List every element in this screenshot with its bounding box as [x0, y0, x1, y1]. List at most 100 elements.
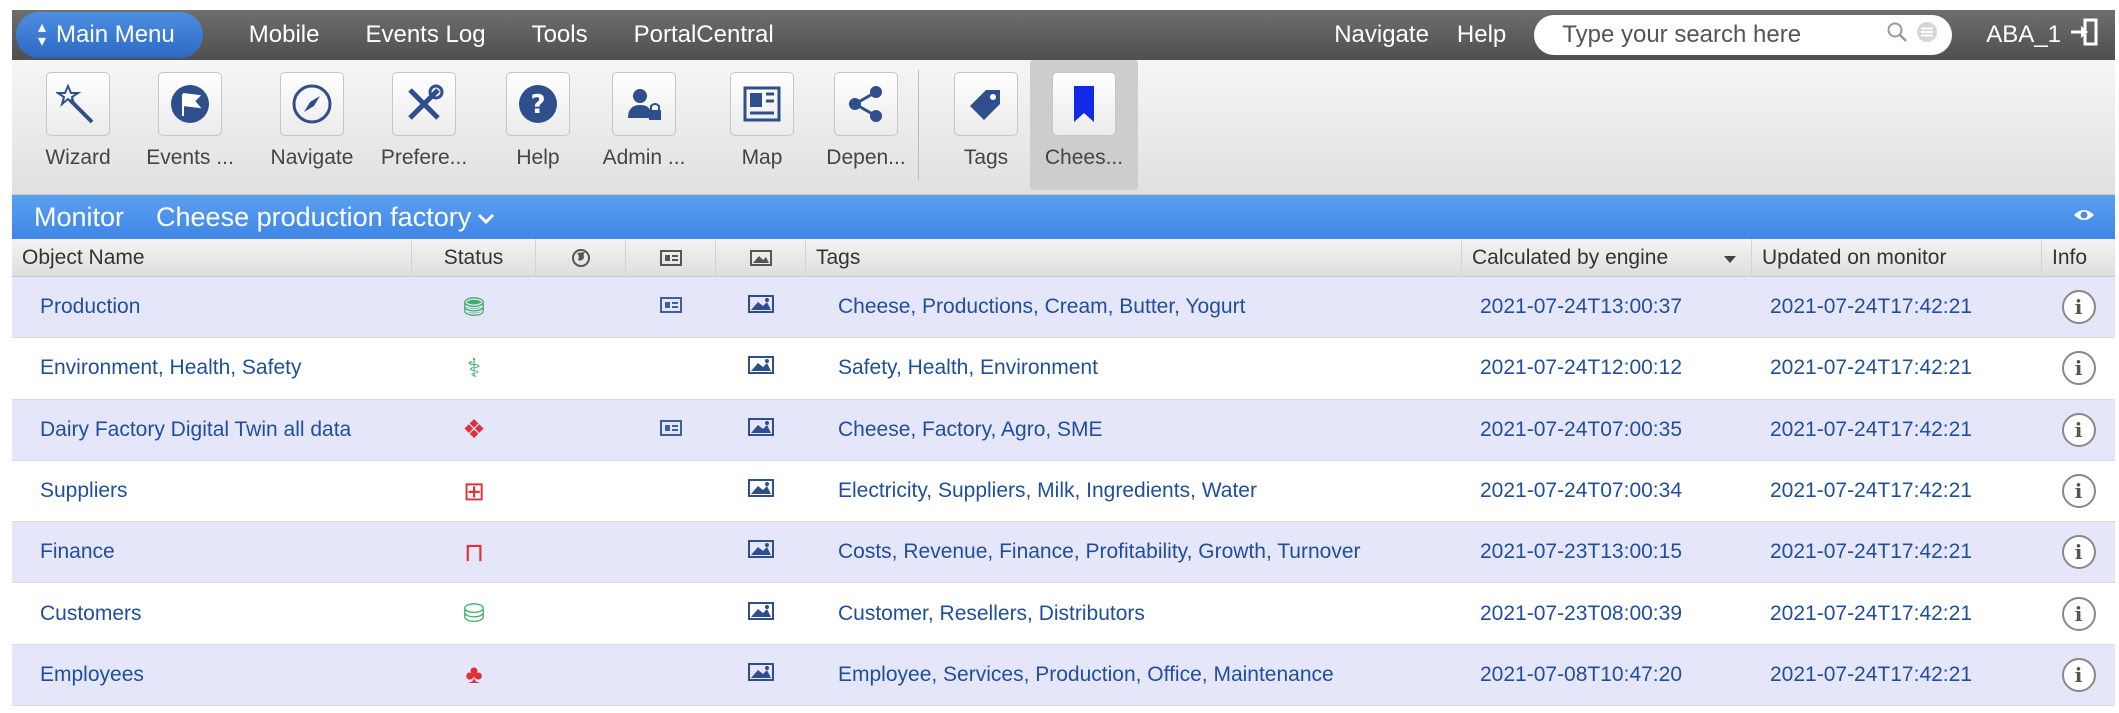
document-cell — [626, 338, 716, 398]
object-name-link[interactable]: Production — [40, 277, 410, 337]
document-icon[interactable] — [660, 418, 682, 442]
status-icon[interactable]: ♣ — [412, 645, 536, 705]
table-body: Production ⛃ Cheese, Productions, Cream, B… — [12, 277, 2115, 707]
image-icon[interactable] — [748, 295, 774, 319]
monitor-header: Monitor Cheese production factory — [12, 195, 2115, 239]
info-icon[interactable]: i — [2061, 412, 2096, 447]
search-icon[interactable] — [1886, 21, 1908, 49]
table-row[interactable]: Suppliers ⊞ Electricity, Suppliers, Milk, … — [12, 460, 2115, 523]
main-menu-button[interactable]: ▴ ▾ Main Menu — [16, 12, 203, 58]
info-icon[interactable]: i — [2061, 596, 2096, 631]
monitor-select[interactable]: Cheese production factory — [156, 202, 495, 233]
tags-cell: Safety, Health, Environment — [838, 356, 1098, 380]
image-cell[interactable] — [716, 461, 806, 521]
status-icon[interactable]: ⊓ — [412, 522, 536, 582]
toolbar: Wizard Events ... Navigate Prefere... ? … — [12, 60, 2115, 195]
object-name-link[interactable]: Customers — [40, 583, 410, 643]
nav-tools[interactable]: Tools — [532, 21, 588, 49]
image-icon[interactable] — [748, 601, 774, 626]
info-icon[interactable]: i — [2061, 657, 2096, 692]
search-input[interactable] — [1562, 21, 1879, 49]
menu-icon[interactable] — [1916, 21, 1938, 49]
image-cell[interactable] — [716, 583, 806, 643]
col-globe[interactable] — [536, 239, 626, 277]
image-cell[interactable] — [716, 338, 806, 398]
table-row[interactable]: Employees ♣ Employee, Services, Production… — [12, 644, 2115, 707]
object-name-link[interactable]: Finance — [40, 522, 410, 582]
image-cell[interactable] — [716, 277, 806, 337]
table-row[interactable]: Finance ⊓ Costs, Revenue, Finance, Profita… — [12, 522, 2115, 584]
updated-cell: 2021-07-24T17:42:21 — [1770, 417, 1972, 441]
document-icon[interactable] — [660, 295, 682, 319]
status-icon[interactable]: ⚕ — [412, 338, 536, 398]
status-icon[interactable]: ❖ — [412, 400, 536, 460]
image-icon[interactable] — [748, 662, 774, 687]
tool-help[interactable]: ? Help — [502, 60, 574, 190]
document-cell — [626, 461, 716, 521]
nav-portalcentral[interactable]: PortalCentral — [634, 21, 774, 49]
image-cell[interactable] — [716, 522, 806, 582]
table-row[interactable]: Customers ⛁ Customer, Resellers, Distribut… — [12, 583, 2115, 645]
table-row[interactable]: Production ⛃ Cheese, Productions, Cream, B… — [12, 277, 2115, 339]
object-name-link[interactable]: Environment, Health, Safety — [40, 338, 410, 398]
tool-tags[interactable]: Tags — [950, 60, 1022, 190]
image-cell[interactable] — [716, 400, 806, 460]
tool-label: Admin ... — [602, 146, 686, 169]
tool-navigate[interactable]: Navigate — [267, 60, 357, 190]
image-icon[interactable] — [748, 356, 774, 380]
eye-icon[interactable] — [2073, 206, 2095, 229]
tool-preferences[interactable]: Prefere... — [378, 60, 470, 190]
col-image[interactable] — [716, 239, 806, 277]
col-info[interactable]: Info — [2042, 239, 2115, 277]
document-cell[interactable] — [626, 277, 716, 337]
info-icon[interactable]: i — [2061, 535, 2096, 570]
tool-label: Events ... — [146, 146, 234, 169]
tool-wizard[interactable]: Wizard — [42, 60, 114, 190]
object-name-link[interactable]: Suppliers — [40, 461, 410, 521]
tool-admin[interactable]: Admin ... — [594, 60, 694, 190]
object-name-link[interactable]: Dairy Factory Digital Twin all data — [40, 400, 410, 460]
app-window: ▴ ▾ Main Menu Mobile Events Log Tools Por… — [12, 10, 2115, 713]
object-name-link[interactable]: Employees — [40, 645, 410, 705]
col-updated-on-monitor[interactable]: Updated on monitor — [1752, 239, 2042, 277]
tool-label: Depen... — [826, 146, 906, 169]
nav-mobile[interactable]: Mobile — [249, 21, 320, 49]
info-icon[interactable]: i — [2061, 351, 2096, 386]
col-status[interactable]: Status — [412, 239, 536, 277]
status-icon[interactable]: ⛁ — [412, 583, 536, 643]
image-icon[interactable] — [748, 417, 774, 442]
status-glyph: ❖ — [462, 414, 486, 445]
nav-help[interactable]: Help — [1457, 21, 1506, 49]
tool-map[interactable]: Map — [726, 60, 798, 190]
user-menu[interactable]: ABA_1 — [1986, 18, 2099, 53]
tool-events[interactable]: Events ... — [146, 60, 234, 190]
image-icon[interactable] — [748, 479, 774, 503]
document-cell[interactable] — [626, 400, 716, 460]
status-icon[interactable]: ⊞ — [412, 461, 536, 521]
updated-cell: 2021-07-24T17:42:21 — [1770, 295, 1972, 319]
col-calculated-by-engine[interactable]: Calculated by engine — [1462, 239, 1752, 277]
col-tags[interactable]: Tags — [806, 239, 1462, 277]
image-icon[interactable] — [748, 540, 774, 564]
tool-dependencies[interactable]: Depen... — [820, 60, 912, 190]
table-row[interactable]: Dairy Factory Digital Twin all data ❖ Chee… — [12, 399, 2115, 461]
nav-events-log[interactable]: Events Log — [365, 21, 485, 49]
tool-cheese-bookmark[interactable]: Chees... — [1030, 60, 1138, 190]
status-icon[interactable]: ⛃ — [412, 277, 536, 337]
table-row[interactable]: Environment, Health, Safety ⚕ Safety, Heal… — [12, 338, 2115, 400]
logout-icon[interactable] — [2069, 18, 2099, 53]
tags-cell: Cheese, Productions, Cream, Butter, Yogu… — [838, 295, 1246, 319]
col-object-name[interactable]: Object Name — [12, 239, 412, 277]
compass-icon — [280, 72, 344, 136]
table-header: Object Name Status Tags Calculated by en… — [12, 239, 2115, 277]
nav-navigate[interactable]: Navigate — [1334, 21, 1429, 49]
image-icon — [749, 250, 772, 266]
share-icon — [834, 72, 898, 136]
nav-right-group: Navigate Help ABA_1 — [1334, 15, 2115, 55]
info-icon[interactable]: i — [2061, 290, 2096, 325]
status-glyph: ⊞ — [463, 475, 485, 506]
col-document[interactable] — [626, 239, 716, 277]
image-cell[interactable] — [716, 645, 806, 705]
info-icon[interactable]: i — [2061, 474, 2096, 509]
tool-label: Prefere... — [380, 146, 468, 169]
